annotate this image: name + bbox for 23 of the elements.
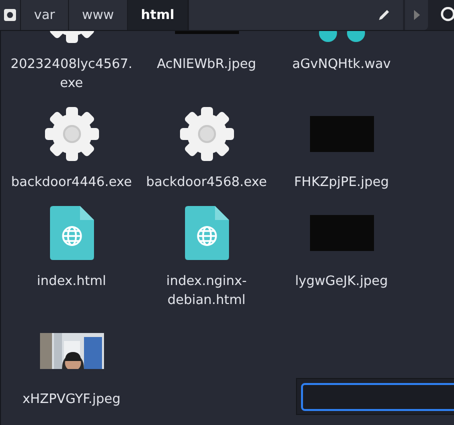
web-file-icon [50, 206, 94, 260]
file-name[interactable]: xHZPVGYF.jpeg [22, 390, 121, 409]
path-tab[interactable]: www [69, 0, 128, 30]
file-name[interactable]: lygwGeJK.jpeg [295, 272, 388, 291]
file-name[interactable]: aGvNQHtk.wav [292, 55, 391, 74]
forward-button[interactable] [405, 0, 428, 30]
file-name[interactable]: 20232408lyc4567.exe [8, 55, 136, 93]
image-thumbnail [310, 116, 374, 152]
path-tab[interactable]: var [21, 0, 70, 30]
file-name[interactable]: backdoor4446.exe [11, 173, 132, 192]
file-name[interactable]: index.nginx-debian.html [142, 272, 270, 310]
web-file-icon [184, 206, 228, 260]
search-icon[interactable] [440, 7, 454, 23]
drive-button[interactable] [0, 0, 21, 30]
drive-icon [3, 8, 17, 22]
file-name[interactable]: backdoor4568.exe [146, 173, 267, 192]
pencil-icon [377, 8, 391, 22]
file-name[interactable]: AcNlEWbR.jpeg [156, 55, 256, 74]
triangle-icon [414, 10, 420, 20]
file-name[interactable]: FHKZpjPE.jpeg [294, 173, 389, 192]
search-field[interactable] [301, 382, 454, 410]
file-name[interactable]: index.html [36, 272, 106, 291]
image-thumbnail [310, 215, 374, 251]
